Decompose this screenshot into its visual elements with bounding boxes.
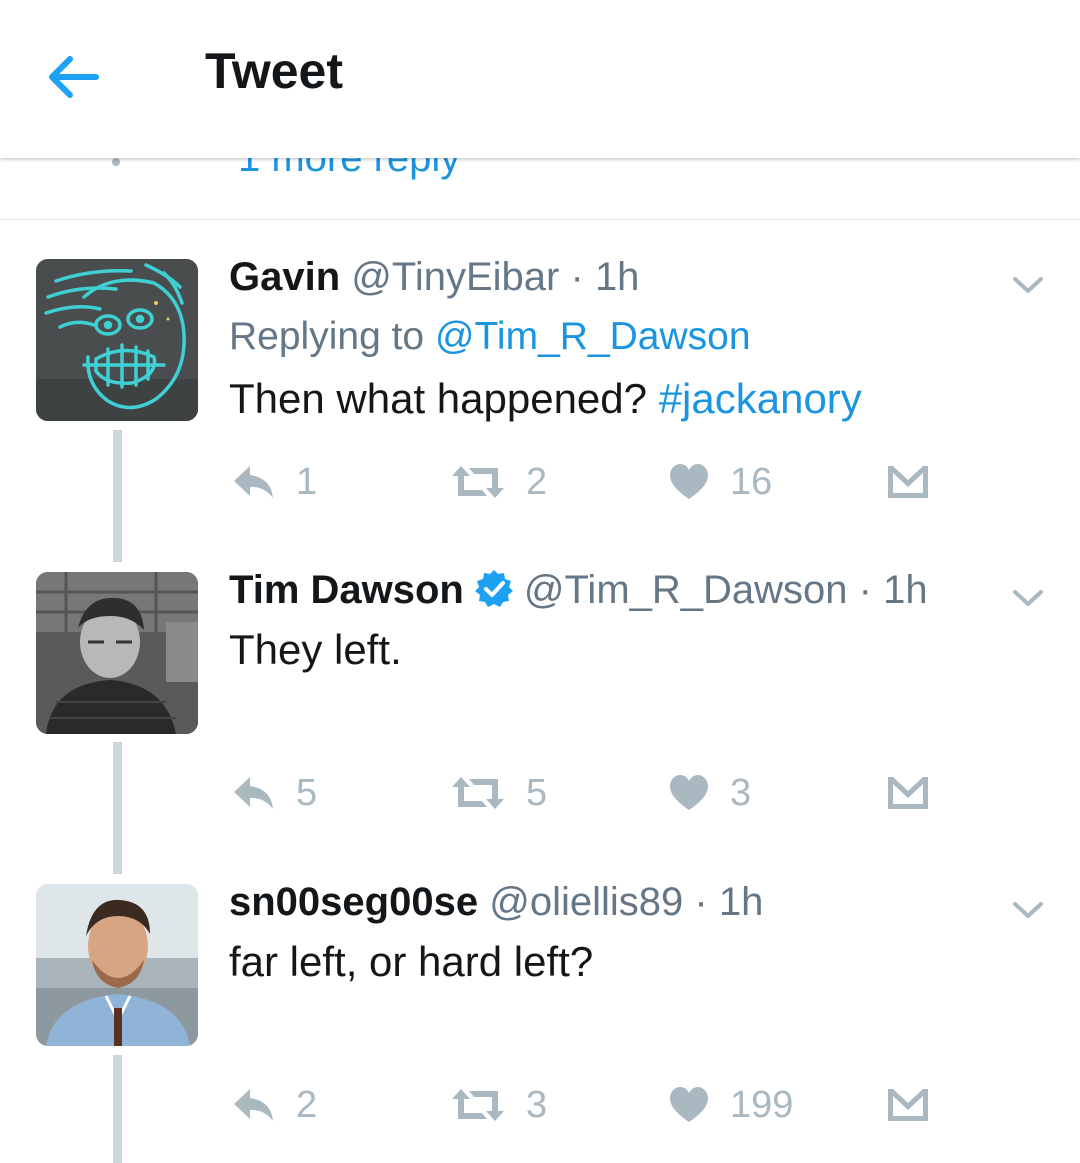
tweet-actions: 2 3 199 [0, 1080, 1080, 1130]
reply-count: 1 [296, 460, 318, 503]
more-replies-row[interactable]: 1 more reply [0, 158, 1080, 220]
reply-button[interactable]: 5 [230, 768, 317, 818]
back-button[interactable] [36, 40, 110, 114]
user-handle[interactable]: @oliellis89 [489, 880, 683, 924]
avatar[interactable] [36, 884, 198, 1046]
separator: · [570, 255, 584, 299]
heart-icon [670, 775, 708, 810]
heart-icon [670, 1087, 708, 1122]
like-count: 16 [730, 460, 773, 503]
tweet-menu-button[interactable] [1010, 580, 1046, 616]
more-replies-link[interactable]: 1 more reply [238, 158, 460, 181]
replying-to: Replying to @Tim_R_Dawson [229, 315, 751, 359]
like-count: 199 [730, 1083, 794, 1126]
reply-button[interactable]: 1 [230, 457, 317, 507]
tweet-header: Gavin @TinyEibar · 1h [229, 255, 639, 300]
app-header: Tweet [0, 0, 1080, 158]
tweet-menu-button[interactable] [1010, 267, 1046, 303]
tweet-text: Then what happened? #jackanory [229, 375, 862, 423]
hashtag-link[interactable]: #jackanory [659, 375, 862, 422]
envelope-icon [888, 777, 928, 809]
direct-message-button[interactable] [886, 457, 930, 507]
avatar[interactable] [36, 572, 198, 734]
retweet-icon [452, 1089, 504, 1121]
retweet-button[interactable]: 2 [450, 457, 547, 507]
tweet-header: Tim Dawson @Tim_R_Dawson · 1h [229, 568, 928, 613]
heart-icon [670, 464, 708, 499]
retweet-icon [452, 466, 504, 498]
reply-icon [234, 777, 273, 809]
chevron-down-icon [1013, 277, 1043, 293]
doodle-face-image [36, 259, 198, 421]
timestamp[interactable]: 1h [719, 880, 764, 924]
like-button[interactable]: 16 [668, 457, 772, 507]
tweet-text: far left, or hard left? [229, 938, 594, 985]
reply-icon [234, 466, 273, 498]
separator: · [858, 568, 872, 612]
tweet-body: Then what happened? [229, 375, 648, 422]
separator: · [694, 880, 708, 924]
user-handle[interactable]: @Tim_R_Dawson [524, 568, 848, 612]
tweet-actions: 1 2 16 [0, 457, 1080, 507]
timestamp[interactable]: 1h [595, 255, 640, 299]
avatar[interactable] [36, 259, 198, 421]
retweet-button[interactable]: 5 [450, 768, 547, 818]
tweet-actions: 5 5 3 [0, 768, 1080, 818]
replying-label: Replying to [229, 315, 425, 358]
page-title: Tweet [205, 43, 343, 99]
retweet-count: 5 [526, 771, 548, 814]
display-name[interactable]: sn00seg00se [229, 880, 478, 924]
display-name[interactable]: Tim Dawson [229, 568, 464, 612]
reply-count: 2 [296, 1083, 318, 1126]
tweet-text: They left. [229, 626, 402, 673]
user-handle[interactable]: @TinyEibar [351, 255, 559, 299]
direct-message-button[interactable] [886, 1080, 930, 1130]
verified-badge-icon [474, 569, 514, 609]
envelope-icon [888, 1089, 928, 1121]
retweet-icon [452, 777, 504, 809]
tweet-header: sn00seg00se @oliellis89 · 1h [229, 880, 763, 925]
arrow-left-icon [49, 56, 99, 98]
profile-photo [36, 884, 198, 1046]
tweet[interactable]: Tim Dawson @Tim_R_Dawson · 1h They left. … [0, 568, 1080, 832]
retweet-count: 3 [526, 1083, 548, 1126]
direct-message-button[interactable] [886, 768, 930, 818]
reply-count: 5 [296, 771, 318, 814]
like-count: 3 [730, 771, 752, 814]
chevron-down-icon [1013, 590, 1043, 606]
retweet-button[interactable]: 3 [450, 1080, 547, 1130]
profile-photo [36, 572, 198, 734]
tweet[interactable]: Gavin @TinyEibar · 1h Replying to @Tim_R… [0, 255, 1080, 519]
chevron-down-icon [1013, 902, 1043, 918]
like-button[interactable]: 199 [668, 1080, 793, 1130]
tweet[interactable]: sn00seg00se @oliellis89 · 1h far left, o… [0, 880, 1080, 1144]
mention-link[interactable]: @Tim_R_Dawson [435, 315, 751, 358]
retweet-count: 2 [526, 460, 548, 503]
timestamp[interactable]: 1h [883, 568, 928, 612]
like-button[interactable]: 3 [668, 768, 751, 818]
tweet-menu-button[interactable] [1010, 892, 1046, 928]
thread-dot [112, 158, 120, 166]
display-name[interactable]: Gavin [229, 255, 340, 299]
envelope-icon [888, 466, 928, 498]
reply-button[interactable]: 2 [230, 1080, 317, 1130]
reply-icon [234, 1089, 273, 1121]
